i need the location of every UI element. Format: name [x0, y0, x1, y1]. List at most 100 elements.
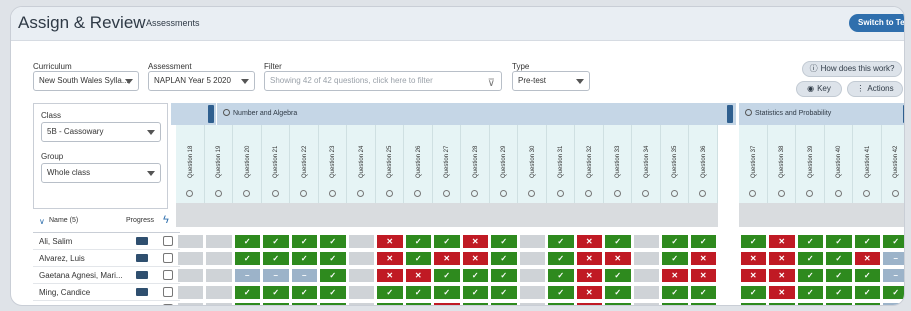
result-cell[interactable] — [519, 235, 545, 248]
result-cell[interactable] — [633, 286, 659, 299]
result-cell[interactable] — [348, 286, 374, 299]
question-column-header[interactable]: Question 19 — [204, 125, 233, 203]
filter-input[interactable]: Showing 42 of 42 questions, click here t… — [264, 71, 502, 91]
result-cell[interactable]: ✓ — [883, 235, 904, 248]
result-cell[interactable]: ✕ — [576, 303, 602, 305]
result-cell[interactable]: ✓ — [462, 303, 488, 305]
result-cell[interactable]: ✓ — [263, 252, 289, 265]
result-cell[interactable]: ✓ — [826, 286, 852, 299]
result-cell[interactable]: ✓ — [377, 303, 403, 305]
group-number-and-algebra[interactable]: Number and Algebra — [217, 103, 736, 125]
student-row[interactable]: Gaetana Agnesi, Mari... — [33, 267, 180, 284]
result-cell[interactable] — [177, 235, 203, 248]
result-cell[interactable]: ✓ — [854, 303, 880, 305]
result-cell[interactable]: – — [883, 269, 904, 282]
result-cell[interactable]: ✓ — [740, 235, 766, 248]
group-toggle[interactable] — [903, 105, 904, 123]
result-cell[interactable]: – — [883, 252, 904, 265]
result-cell[interactable] — [348, 235, 374, 248]
question-column-header[interactable]: Question 36 — [689, 125, 718, 203]
result-cell[interactable]: ✓ — [854, 286, 880, 299]
result-cell[interactable]: – — [883, 303, 904, 305]
result-cell[interactable]: ✓ — [662, 235, 688, 248]
result-cell[interactable]: ✓ — [797, 235, 823, 248]
question-column-header[interactable]: Question 38 — [767, 125, 796, 203]
result-cell[interactable]: ✓ — [548, 235, 574, 248]
result-cell[interactable]: ✕ — [434, 303, 460, 305]
result-cell[interactable]: ✓ — [491, 303, 517, 305]
question-column-header[interactable]: Question 37 — [739, 125, 768, 203]
result-cell[interactable] — [177, 252, 203, 265]
question-column-header[interactable]: Question 27 — [432, 125, 461, 203]
result-cell[interactable]: ✓ — [434, 235, 460, 248]
result-cell[interactable]: ✓ — [291, 252, 317, 265]
result-cell[interactable]: ✓ — [462, 286, 488, 299]
result-cell[interactable]: ✓ — [605, 269, 631, 282]
result-cell[interactable]: ✓ — [434, 269, 460, 282]
result-cell[interactable]: ✓ — [234, 252, 260, 265]
group-toggle[interactable] — [727, 105, 733, 123]
question-column-header[interactable]: Question 39 — [796, 125, 825, 203]
result-cell[interactable]: ✕ — [462, 252, 488, 265]
result-cell[interactable]: ✕ — [605, 252, 631, 265]
group-statistics-and-probability[interactable]: Statistics and Probability — [739, 103, 904, 125]
result-cell[interactable]: ✓ — [605, 235, 631, 248]
question-column-header[interactable]: Question 35 — [660, 125, 689, 203]
result-cell[interactable]: ✓ — [662, 303, 688, 305]
result-cell[interactable] — [519, 286, 545, 299]
assessment-select[interactable]: NAPLAN Year 5 2020 — [148, 71, 255, 91]
result-cell[interactable]: ✓ — [491, 269, 517, 282]
result-cell[interactable]: ✓ — [826, 235, 852, 248]
result-cell[interactable] — [177, 286, 203, 299]
result-cell[interactable]: – — [291, 269, 317, 282]
result-cell[interactable]: ✕ — [662, 269, 688, 282]
student-name[interactable]: Petrovic Alas, Mihai... — [39, 305, 115, 306]
switch-button[interactable]: Switch to Testi — [849, 14, 904, 32]
student-row[interactable]: Petrovic Alas, Mihai... — [33, 301, 180, 306]
type-select[interactable]: Pre-test — [512, 71, 590, 91]
result-cell[interactable]: ✓ — [263, 235, 289, 248]
result-cell[interactable]: ✓ — [548, 269, 574, 282]
result-cell[interactable]: ✓ — [740, 286, 766, 299]
result-cell[interactable]: ✓ — [690, 286, 716, 299]
result-cell[interactable] — [633, 235, 659, 248]
breadcrumb[interactable]: Assessments — [146, 18, 200, 28]
result-cell[interactable]: ✓ — [405, 252, 431, 265]
result-cell[interactable]: ✓ — [263, 303, 289, 305]
result-cell[interactable]: ✓ — [854, 235, 880, 248]
student-name[interactable]: Ali, Salim — [39, 237, 72, 246]
result-cell[interactable] — [206, 303, 232, 305]
result-cell[interactable]: ✓ — [491, 235, 517, 248]
result-cell[interactable] — [348, 303, 374, 305]
result-cell[interactable]: ✓ — [605, 286, 631, 299]
result-cell[interactable]: ✕ — [740, 269, 766, 282]
result-cell[interactable]: ✓ — [320, 303, 346, 305]
question-column-header[interactable]: Question 30 — [518, 125, 547, 203]
result-cell[interactable] — [633, 252, 659, 265]
result-cell[interactable]: ✓ — [548, 286, 574, 299]
student-name[interactable]: Gaetana Agnesi, Mari... — [39, 271, 123, 280]
result-cell[interactable] — [519, 252, 545, 265]
result-cell[interactable]: ✕ — [769, 269, 795, 282]
actions-button[interactable]: ⋮ Actions — [847, 81, 903, 97]
question-column-header[interactable]: Question 31 — [546, 125, 575, 203]
result-cell[interactable]: ✕ — [576, 286, 602, 299]
result-cell[interactable]: – — [234, 269, 260, 282]
result-cell[interactable] — [348, 269, 374, 282]
question-column-header[interactable]: Question 24 — [347, 125, 376, 203]
result-cell[interactable]: ✓ — [826, 303, 852, 305]
result-cell[interactable]: ✕ — [690, 269, 716, 282]
result-cell[interactable] — [206, 269, 232, 282]
result-cell[interactable]: ✓ — [548, 303, 574, 305]
result-cell[interactable]: ✓ — [263, 286, 289, 299]
result-cell[interactable]: ✓ — [462, 269, 488, 282]
result-cell[interactable]: ✕ — [769, 235, 795, 248]
result-cell[interactable]: ✕ — [377, 269, 403, 282]
result-cell[interactable]: – — [263, 269, 289, 282]
result-cell[interactable]: ✓ — [234, 286, 260, 299]
result-cell[interactable]: ✓ — [405, 303, 431, 305]
question-column-header[interactable]: Question 21 — [261, 125, 290, 203]
question-column-header[interactable]: Question 41 — [853, 125, 882, 203]
result-cell[interactable]: ✓ — [769, 303, 795, 305]
curriculum-select[interactable]: New South Wales Sylla... — [33, 71, 139, 91]
